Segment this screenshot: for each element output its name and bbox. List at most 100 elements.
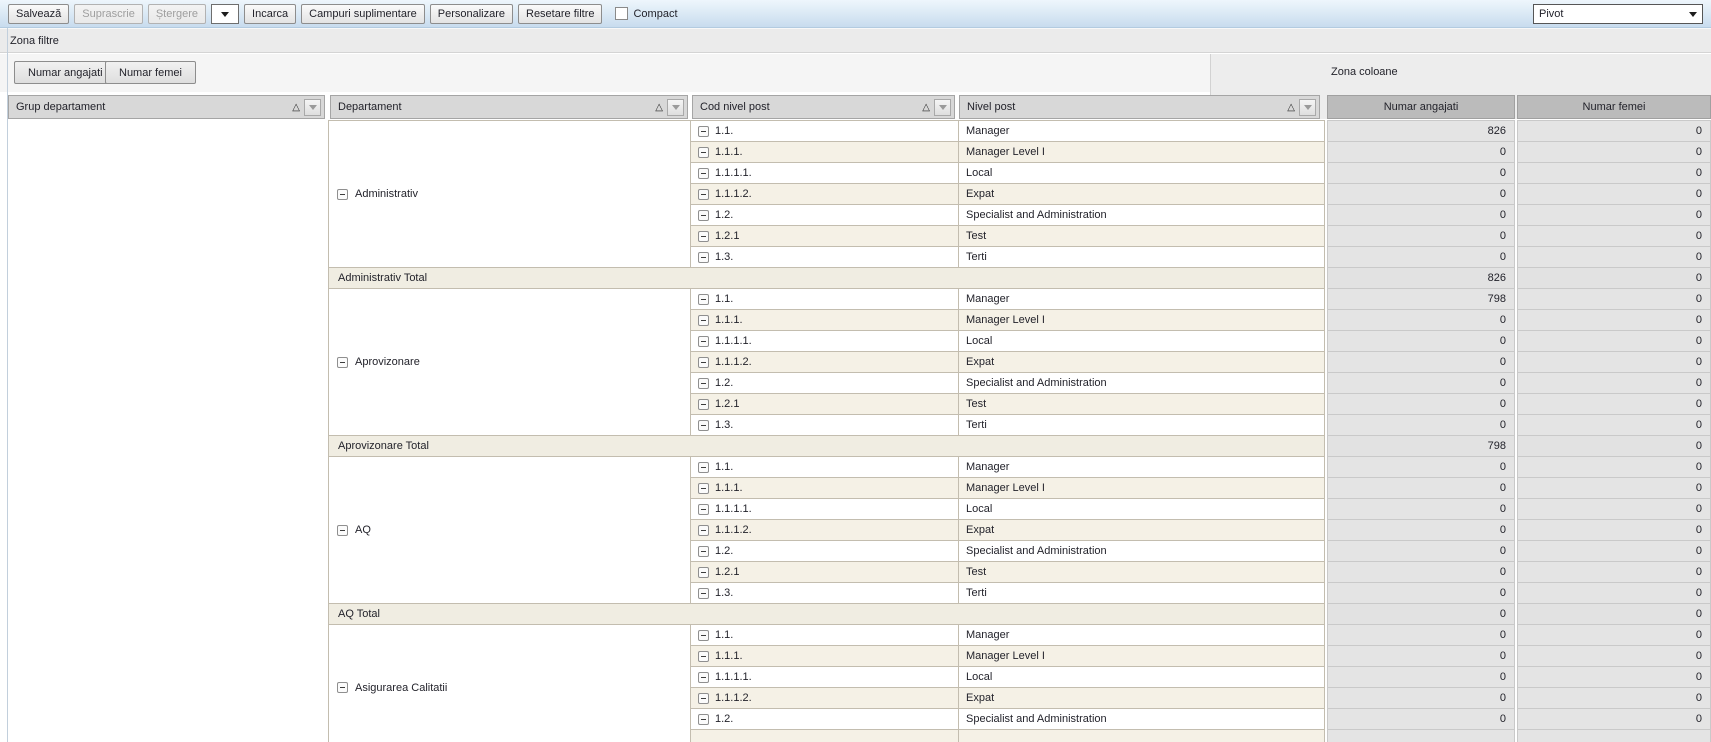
collapse-icon[interactable] [698, 462, 709, 473]
collapse-icon[interactable] [698, 315, 709, 326]
collapse-icon[interactable] [337, 189, 348, 200]
collapse-icon[interactable] [698, 651, 709, 662]
reset-filters-button[interactable]: Resetare filtre [518, 4, 602, 24]
collapse-icon[interactable] [698, 714, 709, 725]
cod-nivel-post-cell[interactable]: 1.2. [690, 708, 959, 730]
cod-nivel-post-cell[interactable]: 1.1. [690, 288, 959, 310]
header-filter-button[interactable] [934, 99, 951, 116]
cod-nivel-post-cell[interactable]: 1.1.1.1. [690, 666, 959, 688]
collapse-icon[interactable] [698, 672, 709, 683]
cod-nivel-post-cell[interactable]: 1.1.1.2. [690, 519, 959, 541]
header-filter-button[interactable] [304, 99, 321, 116]
total-value-cell-numar-angajati: 798 [1327, 435, 1515, 457]
collapse-icon[interactable] [337, 357, 348, 368]
cod-nivel-post-cell[interactable]: 1.1. [690, 624, 959, 646]
compact-checkbox[interactable] [615, 7, 628, 20]
header-nivel-post[interactable]: Nivel post △ [959, 95, 1320, 119]
value-cell-numar-femei: 0 [1517, 708, 1711, 730]
collapse-icon[interactable] [698, 378, 709, 389]
department-cell[interactable]: Administrativ [328, 120, 691, 268]
collapse-icon[interactable] [698, 294, 709, 305]
extra-fields-button[interactable]: Campuri suplimentare [301, 4, 425, 24]
collapse-icon[interactable] [337, 525, 348, 536]
nivel-post-cell: Local [958, 162, 1325, 184]
cod-nivel-post-cell[interactable]: 1.1.1. [690, 141, 959, 163]
nivel-post-cell: Test [958, 561, 1325, 583]
value-label: 0 [1500, 419, 1506, 431]
collapse-icon[interactable] [698, 567, 709, 578]
department-cell[interactable]: AQ [328, 456, 691, 604]
collapse-icon[interactable] [698, 336, 709, 347]
department-cell[interactable]: Asigurarea Calitatii [328, 624, 691, 742]
value-cell-numar-femei: 0 [1517, 120, 1711, 142]
combo-arrow-icon [221, 12, 229, 21]
cod-nivel-post-label: 1.2.1 [715, 398, 739, 410]
layout-combobox[interactable] [211, 4, 239, 24]
load-button[interactable]: Incarca [244, 4, 296, 24]
header-numar-femei[interactable]: Numar femei [1517, 95, 1711, 119]
collapse-icon[interactable] [698, 546, 709, 557]
collapse-icon[interactable] [698, 210, 709, 221]
cod-nivel-post-cell[interactable]: 1.1. [690, 456, 959, 478]
cod-nivel-post-cell[interactable]: 1.1.1. [690, 477, 959, 499]
cod-nivel-post-cell[interactable] [690, 729, 959, 742]
cod-nivel-post-cell[interactable]: 1.1. [690, 120, 959, 142]
header-filter-button[interactable] [667, 99, 684, 116]
cod-nivel-post-cell[interactable]: 1.2.1 [690, 561, 959, 583]
header-numar-angajati[interactable]: Numar angajati [1327, 95, 1515, 119]
cod-nivel-post-cell[interactable]: 1.2. [690, 204, 959, 226]
cod-nivel-post-label: 1.3. [715, 419, 733, 431]
save-button[interactable]: Salvează [8, 4, 69, 24]
field-chip-numar-femei[interactable]: Numar femei [105, 61, 196, 84]
personalize-button[interactable]: Personalizare [430, 4, 513, 24]
header-filter-button[interactable] [1299, 99, 1316, 116]
collapse-icon[interactable] [698, 693, 709, 704]
collapse-icon[interactable] [698, 189, 709, 200]
collapse-icon[interactable] [698, 399, 709, 410]
collapse-icon[interactable] [698, 252, 709, 263]
value-cell-numar-femei: 0 [1517, 519, 1711, 541]
cod-nivel-post-cell[interactable]: 1.1.1.2. [690, 183, 959, 205]
cod-nivel-post-cell[interactable]: 1.1.1.1. [690, 330, 959, 352]
collapse-icon[interactable] [698, 504, 709, 515]
collapse-icon[interactable] [698, 420, 709, 431]
cod-nivel-post-cell[interactable]: 1.2. [690, 540, 959, 562]
cod-nivel-post-cell[interactable]: 1.1.1.1. [690, 498, 959, 520]
value-label: 0 [1696, 692, 1702, 704]
collapse-icon[interactable] [698, 525, 709, 536]
cod-nivel-post-cell[interactable]: 1.3. [690, 582, 959, 604]
total-value-cell-numar-femei: 0 [1517, 435, 1711, 457]
collapse-icon[interactable] [698, 630, 709, 641]
department-cell[interactable]: Aprovizonare [328, 288, 691, 436]
cod-nivel-post-cell[interactable]: 1.2.1 [690, 393, 959, 415]
header-grup-departament[interactable]: Grup departament △ [8, 95, 325, 119]
cod-nivel-post-cell[interactable]: 1.2.1 [690, 225, 959, 247]
collapse-icon[interactable] [698, 357, 709, 368]
view-mode-select[interactable]: Pivot [1533, 4, 1703, 24]
cod-nivel-post-cell[interactable]: 1.1.1.1. [690, 162, 959, 184]
cod-nivel-post-cell[interactable]: 1.1.1.2. [690, 687, 959, 709]
value-cell-numar-femei: 0 [1517, 393, 1711, 415]
nivel-post-cell: Manager Level I [958, 141, 1325, 163]
collapse-icon[interactable] [698, 126, 709, 137]
value-label: 0 [1500, 713, 1506, 725]
value-cell-numar-angajati: 0 [1327, 708, 1515, 730]
cod-nivel-post-cell[interactable]: 1.1.1.2. [690, 351, 959, 373]
collapse-icon[interactable] [698, 483, 709, 494]
value-label: 0 [1500, 461, 1506, 473]
collapse-icon[interactable] [337, 682, 348, 693]
collapse-icon[interactable] [698, 231, 709, 242]
collapse-icon[interactable] [698, 168, 709, 179]
cod-nivel-post-cell[interactable]: 1.1.1. [690, 645, 959, 667]
cod-nivel-post-cell[interactable]: 1.3. [690, 246, 959, 268]
header-departament[interactable]: Departament △ [330, 95, 688, 119]
header-cod-nivel-post[interactable]: Cod nivel post △ [692, 95, 955, 119]
collapse-icon[interactable] [698, 147, 709, 158]
collapse-icon[interactable] [698, 588, 709, 599]
cod-nivel-post-cell[interactable]: 1.1.1. [690, 309, 959, 331]
cod-nivel-post-label: 1.1. [715, 461, 733, 473]
cod-nivel-post-cell[interactable]: 1.3. [690, 414, 959, 436]
cod-nivel-post-cell[interactable]: 1.2. [690, 372, 959, 394]
field-chip-numar-angajati[interactable]: Numar angajati [14, 61, 117, 84]
nivel-post-label: Manager Level I [966, 314, 1045, 326]
